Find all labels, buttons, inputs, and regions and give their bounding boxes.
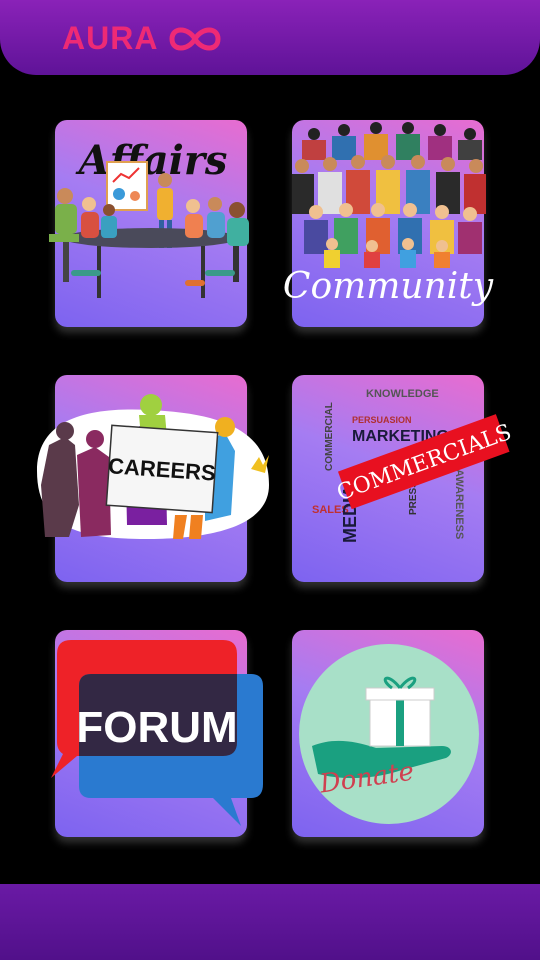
donate-illustration: Donate [299,644,479,824]
meeting-illustration: Affairs [49,137,249,298]
logo-text: AURA [62,20,159,56]
tile-commercials[interactable]: KNOWLEDGE PERSUASION MARKETING COMMERCIA… [292,375,515,582]
tile-affairs[interactable]: Affairs [49,120,249,327]
word-knowledge: KNOWLEDGE [366,388,439,400]
community-title: Community [283,266,494,307]
infinity-icon [169,27,221,50]
bottom-bar [0,884,540,960]
app-logo[interactable]: AURA [62,20,224,57]
word-awareness: AWARENESS [453,469,465,539]
tile-forum[interactable]: FORUM [51,630,263,837]
affairs-title: Affairs [75,137,228,184]
speech-bubble-illustration: FORUM [51,640,263,826]
word-persuasion: PERSUASION [352,415,412,425]
word-commercial: COMMERCIAL [324,402,335,471]
careers-illustration: CAREERS [37,394,269,539]
tile-careers[interactable]: CAREERS [37,375,269,582]
crowd-illustration: Community [283,122,494,307]
tile-community[interactable]: Community [283,120,494,327]
forum-title: FORUM [76,703,237,752]
word-cloud-illustration: KNOWLEDGE PERSUASION MARKETING COMMERCIA… [312,388,515,543]
top-app-bar: AURA [0,0,540,75]
tile-donate[interactable]: Donate [292,630,484,837]
